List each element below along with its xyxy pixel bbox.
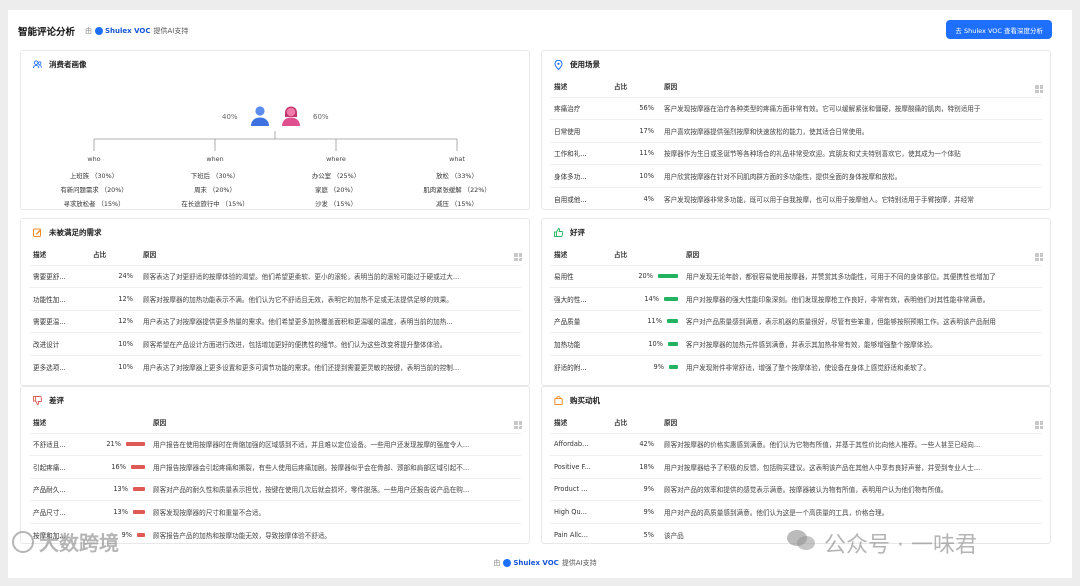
unmet-table: 描述 占比 原因 需要更舒... 24% 顾客表达了对更舒适的按摩体验的渴望。他们希… [29,243,521,378]
footer-powered-by: 由 Shulex VOC 提供AI支持 [493,559,597,567]
shulex-logo-icon [95,27,104,35]
percent-bar [131,464,145,469]
thumbs-up-icon [554,228,563,237]
table-row[interactable]: 舒适的附... 9% 用户发现附件非常舒适，增强了整个按摩体验，使设备在身体上感觉舒… [550,354,1042,378]
purchase-motivation-card: 购买动机 描述 占比 原因 Affordab... 42% 顾客对按摩器的价格实惠感… [541,386,1051,544]
table-row[interactable]: 强大的性... 14% 用户对按摩器的强大性能印象深刻。他们发现按摩枪工作良好，非常… [550,287,1042,310]
table-row[interactable]: Positive F... 18% 用户对按摩器给予了积极的反馈，包括购买建议。这表… [550,455,1042,478]
table-row[interactable]: 产品质量 11% 客户对产品质量感到满意，表示机器的质量很好，尽管有些笨重，但能够按… [550,309,1042,333]
top-bar: 智能评论分析 由 Shulex VOC 提供AI支持 去 Shulex VOC … [18,20,1052,42]
table-row[interactable]: 需要更温... 12% 用户表达了对按摩器提供更多热量的需求。他们希望更多加热覆盖面… [29,309,521,333]
table-row[interactable]: 易用性 20% 用户发现无论年龄，都很容易使用按摩器，并赞赏其多功能性，可用于不同的… [550,264,1042,288]
powered-by: 由 Shulex VOC 提供AI支持 [85,27,189,35]
edit-icon [33,228,42,237]
percent-value: 14% [644,294,659,303]
table-row[interactable]: 不舒适且... 21% 用户报告在使用按摩器时在骨骼加强的区域感到不适，并且难以定位… [29,432,521,456]
persona-dim-what: what 放松 （33%） 肌肉紧张缓解 （22%） 减压 （15%） [423,155,491,208]
watermark-right: 公众号 · 一味君 [786,527,977,559]
persona-dim-where: where 办公室 （25%） 家庭 （20%） 沙发 （15%） [311,155,361,208]
table-row[interactable]: 产品尺寸... 13% 顾客发现按摩器的尺寸和重量不合适。 [29,500,521,523]
table-row[interactable]: 工作和礼... 11% 按摩器作为生日或圣诞节等各种场合的礼品非常受欢迎。宾朋友和丈… [550,141,1042,165]
persona-dim-who: who 上班族 （30%） 有新问题需求 （20%） 寻求放松者 （15%） [60,155,128,208]
thumbs-down-icon [33,396,42,405]
percent-value: 13% [113,485,128,494]
percent-bar [669,364,678,369]
table-row[interactable]: 更多选项... 10% 用户表达了对按摩器上更多设置和更多可调节功能的需求。他们还提… [29,354,521,378]
percent-bar [664,296,678,301]
table-row[interactable]: 疼痛治疗 56% 客户发现按摩器在治疗各种类型的疼痛方面非常有效。它可以缓解紧张和僵… [550,96,1042,120]
table-row[interactable]: 自用或他... 4% 客户发现按摩器非常多功能，既可以用于自我按摩，也可以用于按摩他… [550,186,1042,209]
table-row[interactable]: 产品耐久... 13% 顾客对产品的耐久性和质量表示担忧，按键在使用几次后就会损坏，… [29,477,521,501]
unmet-needs-card: 未被满足的需求 描述 占比 原因 需要更舒... 24% 顾客表达了对更舒适的按摩体… [20,218,530,386]
watermark-logo-icon [12,530,34,553]
col-pct: 占比 [614,82,628,91]
table-row[interactable]: 改进设计 10% 顾客希望在产品设计方面进行改进，包括增加更好的便携性的细节。他们认… [29,332,521,355]
percent-bar [137,532,145,537]
percent-value: 9% [653,362,664,371]
percent-value: 10% [648,339,663,348]
positive-reviews-card: 好评 描述 占比 原因 易用性 20% 用户发现无论年龄，都很容易使用按摩器，并赞赏… [541,218,1051,386]
percent-value: 21% [106,440,121,449]
persona-card: 消费者画像 40% 60% who 上班族 （30%） 有新问题需求 （20%）… [20,50,530,210]
watermark-left: 大数跨境 [12,527,119,556]
table-row[interactable]: Affordab... 42% 顾客对按摩器的价格实惠感到满意。他们认为它物有所值，… [550,432,1042,456]
page: 智能评论分析 由 Shulex VOC 提供AI支持 去 Shulex VOC … [8,10,1072,578]
positive-table: 描述 占比 原因 易用性 20% 用户发现无论年龄，都很容易使用按摩器，并赞赏其多功… [550,243,1042,378]
table-row[interactable]: 引起疼痛... 16% 用户报告按摩器会引起疼痛和撕裂，有些人使用后疼痛加剧。按摩器… [29,455,521,478]
usage-table: 描述 占比 原因 疼痛治疗 56% 客户发现按摩器在治疗各种类型的疼痛方面非常有效。… [550,75,1042,209]
table-row[interactable]: 加热功能 10% 客户对按摩器的加热元件感到满意，并表示其加热非常有效，能够增强整个… [550,332,1042,355]
usage-title: 使用场景 [570,60,600,69]
deep-analysis-button[interactable]: 去 Shulex VOC 查看深度分析 [946,20,1052,39]
table-row[interactable]: 身体多功... 10% 用户欣赏按摩器在针对不同肌肉群方面的多功能性，提供全面的身体… [550,164,1042,187]
percent-value: 11% [647,317,662,326]
percent-bar [668,341,678,346]
col-desc: 描述 [554,82,568,91]
percent-value: 13% [113,507,128,516]
table-row[interactable]: Product ... 9% 顾客对产品的效率和提供的感觉表示满意。按摩器被认为物有… [550,477,1042,501]
col-reason: 原因 [664,82,678,91]
table-row[interactable]: 日常使用 17% 用户喜欢按摩器提供强烈按摩和快速放松的能力，使其适合日常使用。 [550,119,1042,142]
percent-bar [126,442,145,447]
location-pin-icon [554,59,563,70]
percent-value: 9% [121,530,132,539]
footer: 由 Shulex VOC 提供AI支持 [8,558,1072,568]
unmet-title: 未被满足的需求 [49,228,102,237]
negative-reviews-card: 差评 描述 原因 不舒适且... 21% 用户报告在使用按摩器时在骨骼加强的区域感到… [20,386,530,544]
percent-bar [667,319,678,324]
percent-value: 16% [111,462,126,471]
negative-title: 差评 [49,396,64,405]
persona-dim-when: when 下班后 （30%） 周末 （20%） 在长途旅行中 （15%） [181,155,249,208]
table-row[interactable]: High Qu... 9% 用户对产品的高质量感到满意。他们认为这是一个高质量的工具… [550,500,1042,523]
percent-bar [133,509,145,514]
table-row[interactable]: 需要更舒... 24% 顾客表达了对更舒适的按摩体验的渴望。他们希望更柔软、更小的滚… [29,264,521,288]
usage-card: 使用场景 描述 占比 原因 疼痛治疗 56% 客户发现按摩器在治疗各种类型的疼痛方面… [541,50,1051,210]
purchase-title: 购买动机 [570,396,600,405]
shulex-logo-icon [503,559,512,567]
purchase-table: 描述 占比 原因 Affordab... 42% 顾客对按摩器的价格实惠感到满意。他… [550,411,1042,543]
table-row[interactable]: 功能性加... 12% 顾客对按摩器的加热功能表示不满。他们认为它不舒适且无效，表明… [29,287,521,310]
percent-value: 20% [638,272,653,281]
page-title: 智能评论分析 [18,27,76,38]
positive-title: 好评 [570,228,585,237]
negative-table: 描述 原因 不舒适且... 21% 用户报告在使用按摩器时在骨骼加强的区域感到不适，… [29,411,521,543]
percent-bar [658,274,678,279]
wechat-icon [786,528,816,558]
shopping-bag-icon [554,396,563,405]
percent-bar [133,487,145,492]
